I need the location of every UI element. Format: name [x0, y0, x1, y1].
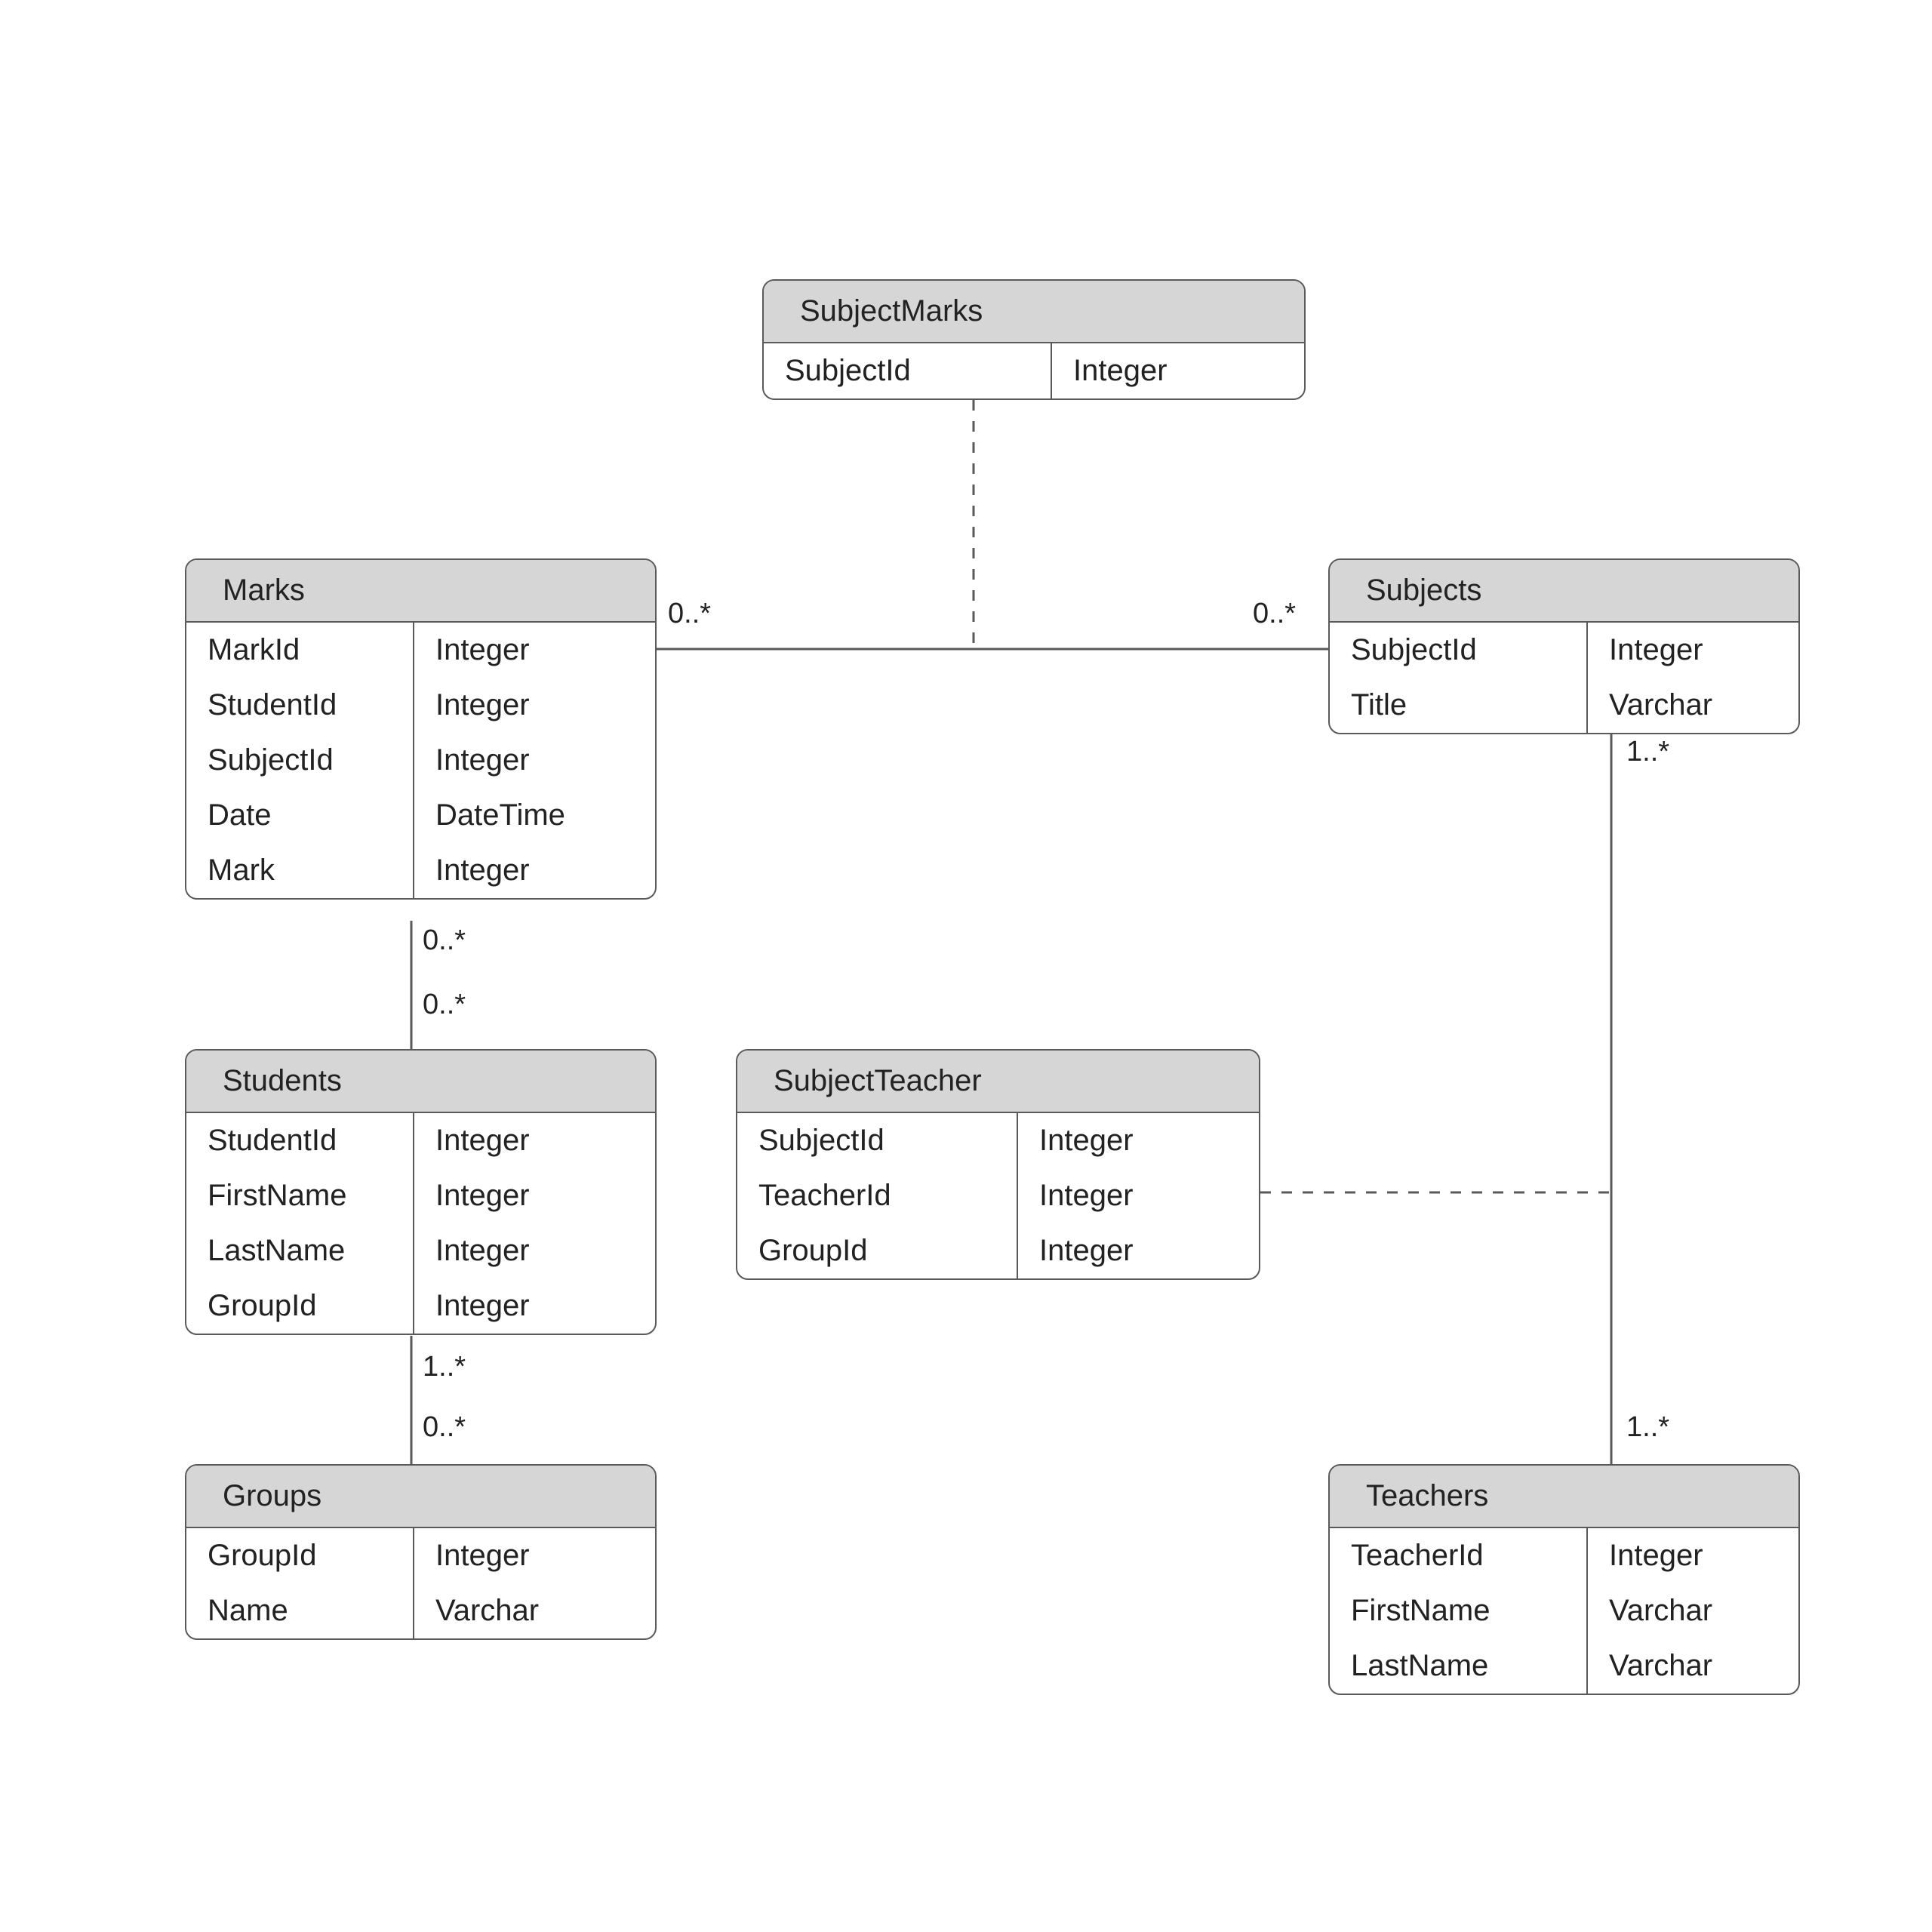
attr-name: Name — [186, 1583, 413, 1638]
attr-type: Varchar — [414, 1583, 655, 1638]
entity-subjectmarks: SubjectMarks SubjectId Integer — [762, 279, 1306, 400]
attr-type: Integer — [414, 1528, 655, 1583]
attr-type: Integer — [414, 1113, 655, 1168]
mult-subjects-bottom: 1..* — [1626, 736, 1669, 768]
entity-title: SubjectTeacher — [737, 1051, 1259, 1113]
attr-type: Integer — [414, 733, 655, 788]
attr-type: Integer — [1018, 1168, 1259, 1223]
attr-name: LastName — [186, 1223, 413, 1278]
entity-title: Teachers — [1330, 1466, 1798, 1528]
attr-type: Varchar — [1588, 678, 1798, 733]
mult-subjects-left: 0..* — [1253, 598, 1296, 630]
attr-name: MarkId — [186, 623, 413, 678]
attr-name: StudentId — [186, 1113, 413, 1168]
attr-type: Integer — [414, 623, 655, 678]
attr-name: FirstName — [1330, 1583, 1586, 1638]
entity-subjects: Subjects SubjectId Title Integer Varchar — [1328, 558, 1800, 734]
attr-name: GroupId — [186, 1528, 413, 1583]
attr-name: FirstName — [186, 1168, 413, 1223]
attr-name: TeacherId — [737, 1168, 1017, 1223]
mult-marks-bottom: 0..* — [423, 924, 466, 957]
attr-name: LastName — [1330, 1638, 1586, 1694]
attr-type: Integer — [1588, 623, 1798, 678]
attr-type: Varchar — [1588, 1583, 1798, 1638]
attr-name: GroupId — [186, 1278, 413, 1334]
er-diagram-canvas: SubjectMarks SubjectId Integer Marks Mar… — [0, 0, 1932, 1932]
attr-type: Varchar — [1588, 1638, 1798, 1694]
attr-type: Integer — [1018, 1223, 1259, 1278]
mult-students-bottom: 1..* — [423, 1351, 466, 1383]
mult-teachers-top: 1..* — [1626, 1411, 1669, 1444]
attr-name: Title — [1330, 678, 1586, 733]
mult-students-top: 0..* — [423, 989, 466, 1021]
attr-name: SubjectId — [186, 733, 413, 788]
mult-marks-right: 0..* — [668, 598, 711, 630]
attr-name: StudentId — [186, 678, 413, 733]
attr-type: DateTime — [414, 788, 655, 843]
attr-type: Integer — [414, 678, 655, 733]
entity-title: SubjectMarks — [764, 281, 1304, 343]
attr-type: Integer — [414, 1168, 655, 1223]
attr-name: SubjectId — [737, 1113, 1017, 1168]
attr-type: Integer — [414, 1223, 655, 1278]
attr-type: Integer — [1052, 343, 1304, 398]
entity-title: Marks — [186, 560, 655, 623]
attr-name: Mark — [186, 843, 413, 898]
mult-groups-top: 0..* — [423, 1411, 466, 1444]
entity-students: Students StudentId FirstName LastName Gr… — [185, 1049, 657, 1335]
attr-name: GroupId — [737, 1223, 1017, 1278]
attr-name: SubjectId — [1330, 623, 1586, 678]
entity-groups: Groups GroupId Name Integer Varchar — [185, 1464, 657, 1640]
entity-title: Students — [186, 1051, 655, 1113]
attr-name: TeacherId — [1330, 1528, 1586, 1583]
entity-teachers: Teachers TeacherId FirstName LastName In… — [1328, 1464, 1800, 1695]
entity-subjectteacher: SubjectTeacher SubjectId TeacherId Group… — [736, 1049, 1260, 1280]
entity-title: Subjects — [1330, 560, 1798, 623]
attr-type: Integer — [1018, 1113, 1259, 1168]
attr-name: Date — [186, 788, 413, 843]
entity-title: Groups — [186, 1466, 655, 1528]
attr-type: Integer — [1588, 1528, 1798, 1583]
attr-name: SubjectId — [764, 343, 1051, 398]
attr-type: Integer — [414, 843, 655, 898]
attr-type: Integer — [414, 1278, 655, 1334]
entity-marks: Marks MarkId StudentId SubjectId Date Ma… — [185, 558, 657, 900]
